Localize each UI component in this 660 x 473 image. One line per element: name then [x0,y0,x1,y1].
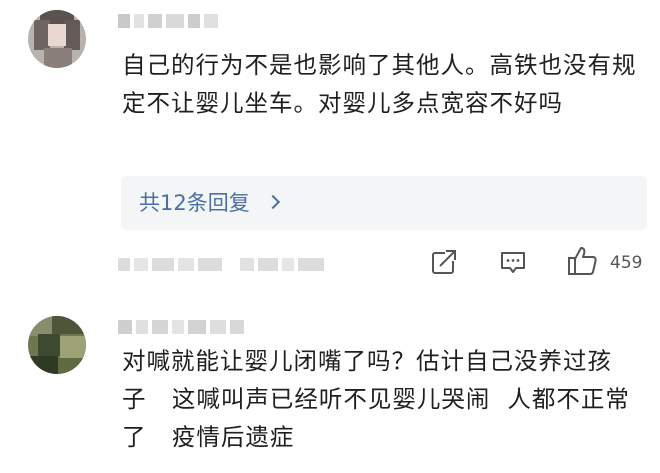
avatar[interactable] [28,316,86,374]
comment-icon [501,252,525,273]
like-button[interactable] [566,244,600,282]
avatar[interactable] [28,10,86,68]
comment-text: 对喊就能让婴儿闭嘴了吗？估计自己没养过孩子 这喊叫声已经听不见婴儿哭闹 人都不正… [122,347,630,451]
comment-text: 自己的行为不是也影响了其他人。高铁也没有规定不让婴儿坐车。对婴儿多点宽容不好吗 [122,51,637,117]
chevron-right-icon [265,194,280,210]
view-replies-button[interactable]: 共12条回复 [121,176,647,230]
like-count: 459 [610,253,643,273]
reply-button[interactable] [498,248,528,282]
comment-item: 自己的行为不是也影响了其他人。高铁也没有规定不让婴儿坐车。对婴儿多点宽容不好吗 … [0,0,660,300]
share-button[interactable] [430,248,458,280]
thumbs-up-icon [568,247,597,275]
replies-count-label: 共12条回复 [139,191,250,215]
comment-item: 对喊就能让婴儿闭嘴了吗？估计自己没养过孩子 这喊叫声已经听不见婴儿哭闹 人都不正… [0,300,660,473]
share-icon [432,249,457,274]
